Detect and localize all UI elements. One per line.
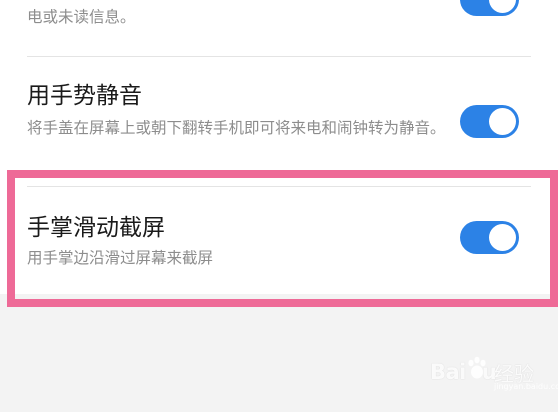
palm-swipe-toggle[interactable] xyxy=(460,221,519,254)
previous-setting-toggle[interactable] xyxy=(460,0,519,16)
palm-swipe-title: 手掌滑动截屏 xyxy=(27,215,165,241)
settings-row-previous-description: 电或未读信息。 xyxy=(27,8,136,26)
gesture-mute-toggle[interactable] xyxy=(460,105,519,138)
toggle-knob xyxy=(489,108,516,135)
settings-row-previous[interactable]: 电或未读信息。 xyxy=(0,0,558,56)
gesture-mute-title: 用手势静音 xyxy=(27,83,142,109)
watermark-url: jingyan.baidu.com xyxy=(494,382,558,391)
gesture-mute-description: 将手盖在屏幕上或朝下翻转手机即可将来电和闹钟转为静音。 xyxy=(27,119,446,137)
palm-swipe-description: 用手掌边沿滑过屏幕来截屏 xyxy=(27,249,214,267)
toggle-knob xyxy=(489,0,516,13)
baidu-jingyan-watermark: Baiu 经验 jingyan.baidu.com xyxy=(430,352,558,392)
settings-row-palm-swipe-screenshot[interactable]: 手掌滑动截屏 用手掌边沿滑过屏幕来截屏 xyxy=(0,187,558,287)
paw-icon xyxy=(468,356,486,379)
toggle-knob xyxy=(489,224,516,251)
settings-card: 电或未读信息。 用手势静音 将手盖在屏幕上或朝下翻转手机即可将来电和闹钟转为静音… xyxy=(0,0,558,294)
settings-row-gesture-mute[interactable]: 用手势静音 将手盖在屏幕上或朝下翻转手机即可将来电和闹钟转为静音。 xyxy=(0,57,558,175)
